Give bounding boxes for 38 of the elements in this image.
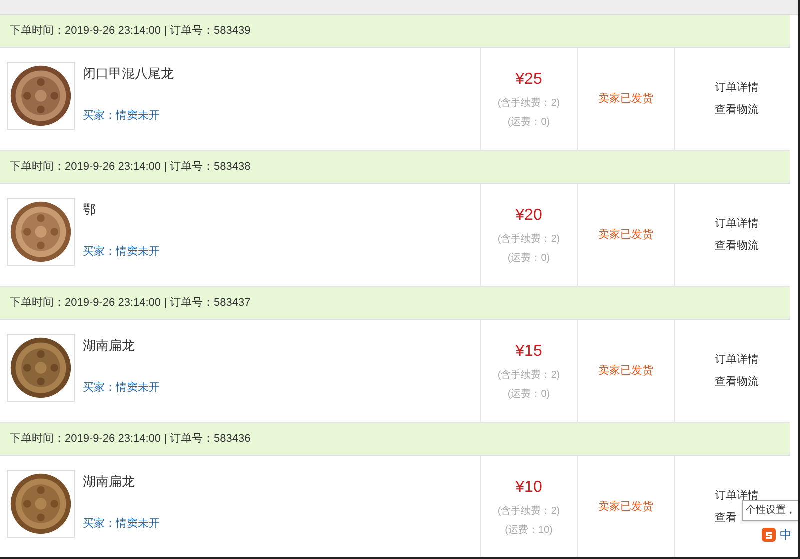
order-status: 卖家已发货	[598, 500, 654, 515]
order-info: 下单时间：2019-9-26 23:14:00 | 订单号：583438	[10, 160, 251, 175]
order-info: 下单时间：2019-9-26 23:14:00 | 订单号：583436	[10, 432, 251, 447]
product-name[interactable]: 湖南扁龙	[83, 472, 160, 492]
fee-note: (含手续费：2)	[498, 232, 560, 247]
order-info: 下单时间：2019-9-26 23:14:00 | 订单号：583439	[10, 24, 251, 39]
order-status: 卖家已发货	[598, 364, 654, 379]
order-action-link[interactable]: 订单详情	[715, 216, 759, 232]
ime-mode[interactable]: 中	[780, 526, 792, 544]
order-info: 下单时间：2019-9-26 23:14:00 | 订单号：583437	[10, 296, 251, 311]
order-action-link[interactable]: 订单详情	[715, 352, 759, 368]
buyer-name[interactable]: 买家：情窦未开	[83, 244, 160, 260]
order-action-link[interactable]: 查看物流	[715, 102, 759, 118]
price: ¥20	[516, 206, 542, 226]
order-status: 卖家已发货	[598, 228, 654, 243]
price: ¥10	[516, 478, 542, 498]
ime-logo-icon[interactable]	[762, 528, 776, 542]
buyer-name[interactable]: 买家：情窦未开	[83, 108, 174, 124]
buyer-name[interactable]: 买家：情窦未开	[83, 516, 160, 532]
tooltip: 个性设置，	[742, 500, 798, 521]
order-action-link[interactable]: 订单详情	[715, 80, 759, 96]
buyer-name[interactable]: 买家：情窦未开	[83, 380, 160, 396]
shipping-note: (运费：10)	[505, 524, 553, 538]
order-action-link[interactable]: 查看物流	[715, 238, 759, 254]
order-status: 卖家已发货	[598, 92, 654, 107]
price: ¥25	[516, 70, 542, 90]
order-action-link[interactable]: 查看	[715, 510, 737, 526]
price: ¥15	[516, 342, 542, 362]
shipping-note: (运费：0)	[508, 388, 550, 402]
product-name[interactable]: 湖南扁龙	[83, 336, 160, 356]
fee-note: (含手续费：2)	[498, 504, 560, 519]
product-name[interactable]: 闭口甲混八尾龙	[83, 64, 174, 84]
shipping-note: (运费：0)	[508, 116, 550, 130]
shipping-note: (运费：0)	[508, 252, 550, 266]
fee-note: (含手续费：2)	[498, 368, 560, 383]
order-action-link[interactable]: 查看物流	[715, 374, 759, 390]
fee-note: (含手续费：2)	[498, 96, 560, 111]
product-name[interactable]: 鄂	[83, 200, 160, 220]
